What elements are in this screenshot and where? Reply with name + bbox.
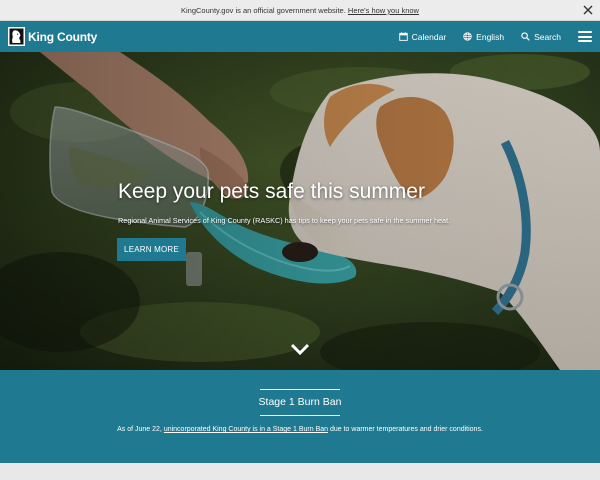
alert-title: Stage 1 Burn Ban [258,396,342,408]
alert-text-after: due to warmer temperatures and drier con… [328,426,483,433]
chevron-down-icon[interactable] [290,342,310,356]
burn-ban-alert: Stage 1 Burn Ban As of June 22, unincorp… [0,370,600,463]
nav-search-label: Search [534,31,561,42]
gov-banner-text: KingCounty.gov is an official government… [181,6,346,15]
hero-photo-dog-drinking [0,52,600,370]
hamburger-menu-icon[interactable] [578,31,592,42]
learn-more-button[interactable]: LEARN MORE [117,238,186,261]
nav-calendar[interactable]: Calendar [398,31,447,42]
search-icon [521,32,530,41]
nav-language[interactable]: English [463,32,504,42]
menu-line [578,40,592,42]
site-header: King County Calendar English Search [0,21,600,52]
menu-line [578,31,592,33]
close-icon[interactable] [582,4,594,16]
king-county-logo-icon [8,27,25,46]
nav-search[interactable]: Search [521,32,561,42]
alert-text: As of June 22, unincorporated King Count… [0,426,600,433]
gov-banner-text-wrap: KingCounty.gov is an official government… [0,6,600,15]
nav-language-label: English [476,31,505,42]
hero-subtitle: Regional Animal Services of King County … [118,216,451,225]
globe-icon [463,32,472,41]
hero-banner: Keep your pets safe this summer Regional… [0,52,600,370]
nav-calendar-label: Calendar [411,31,447,42]
calendar-icon [398,32,408,41]
gov-banner-link[interactable]: Here's how you know [348,6,419,15]
menu-line [578,35,592,38]
logo-text: King County [28,29,98,44]
gov-banner: KingCounty.gov is an official government… [0,0,600,21]
alert-rule-top [260,389,340,390]
header-nav: Calendar English Search [382,21,592,52]
alert-rule-bottom [260,415,340,416]
hero-title: Keep your pets safe this summer [118,180,425,203]
alert-link[interactable]: unincorporated King County is in a Stage… [164,426,328,433]
logo-link[interactable]: King County [8,27,97,46]
page-bottom-strip [0,463,600,480]
alert-text-before: As of June 22, [117,426,164,433]
